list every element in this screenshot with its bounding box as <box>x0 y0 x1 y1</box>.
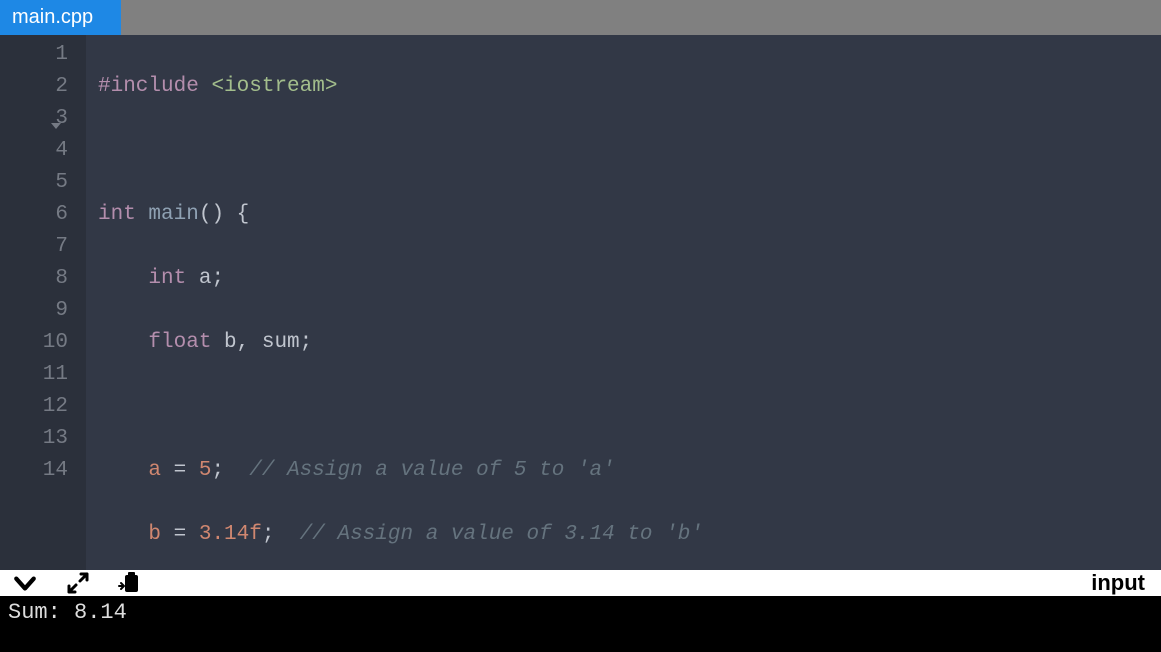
paste-icon[interactable] <box>118 570 142 596</box>
output-console[interactable]: Sum: 8.14 <box>0 596 1161 652</box>
line-number: 9 <box>0 295 86 327</box>
line-gutter: 1 2 3 4 5 6 7 8 9 10 11 12 13 14 <box>0 35 86 570</box>
line-number: 12 <box>0 391 86 423</box>
line-number: 6 <box>0 199 86 231</box>
console-output-line: Sum: 8.14 <box>8 600 1153 625</box>
line-number: 4 <box>0 135 86 167</box>
line-number: 8 <box>0 263 86 295</box>
console-toolbar: input <box>0 570 1161 596</box>
tab-filename: main.cpp <box>12 6 93 29</box>
line-number: 7 <box>0 231 86 263</box>
file-tab-main[interactable]: main.cpp <box>0 0 121 35</box>
line-number: 3 <box>0 103 86 135</box>
expand-icon[interactable] <box>66 571 90 595</box>
input-label[interactable]: input <box>1091 570 1151 596</box>
code-content[interactable]: #include <iostream> int main() { int a; … <box>86 35 1161 570</box>
code-editor[interactable]: 1 2 3 4 5 6 7 8 9 10 11 12 13 14 #includ… <box>0 35 1161 570</box>
line-number: 10 <box>0 327 86 359</box>
tab-bar: main.cpp <box>0 0 1161 35</box>
line-number: 13 <box>0 423 86 455</box>
line-number: 5 <box>0 167 86 199</box>
line-number: 2 <box>0 71 86 103</box>
line-number: 14 <box>0 455 86 487</box>
line-number: 11 <box>0 359 86 391</box>
line-number: 1 <box>0 39 86 71</box>
collapse-icon[interactable] <box>12 570 38 596</box>
